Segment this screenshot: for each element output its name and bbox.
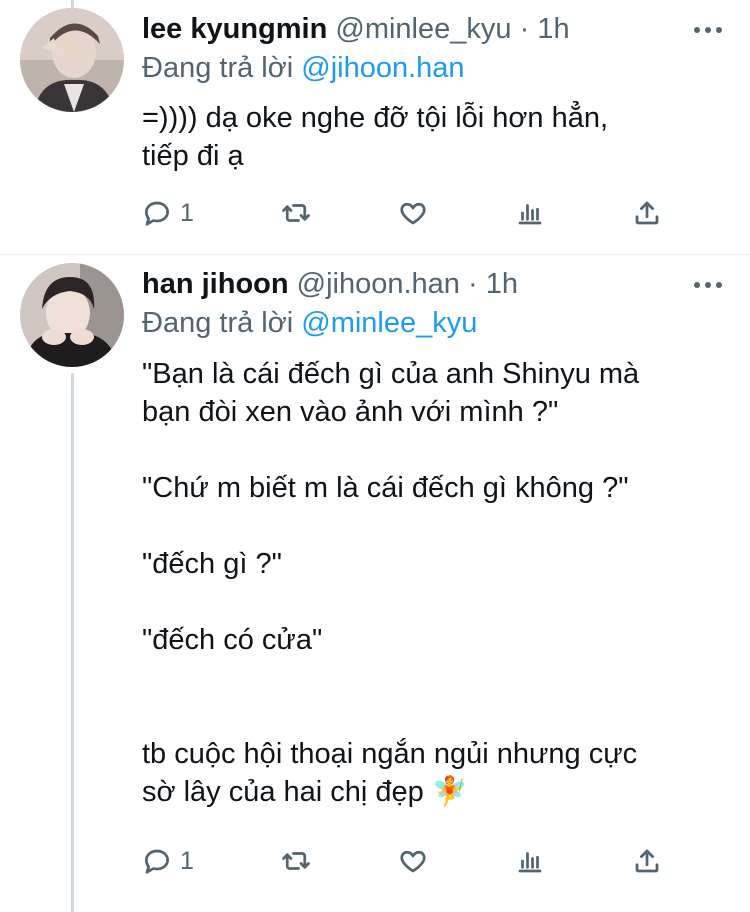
- reply-count: 1: [180, 846, 194, 875]
- replying-prefix: Đang trả lời: [142, 52, 294, 84]
- tweet-text-line-4: "đếch có cửa": [142, 624, 323, 656]
- tweet-text-line-3: "đếch gì ?": [142, 548, 282, 580]
- analytics-icon: [518, 852, 542, 873]
- separator-dot: ·: [519, 13, 530, 45]
- tweet-actions: 1: [142, 198, 662, 228]
- tweet-text-line-1: "Bạn là cái đếch gì của anh Shinyu mà bạ…: [142, 358, 640, 428]
- replying-to: Đang trả lời @jihoon.han: [142, 51, 465, 85]
- username-handle[interactable]: @minlee_kyu: [335, 13, 511, 45]
- analytics-button[interactable]: [515, 846, 545, 876]
- retweet-button[interactable]: [281, 846, 311, 876]
- analytics-button[interactable]: [515, 198, 545, 228]
- thread-line-top: [71, 0, 74, 8]
- tweet-2[interactable]: han jihoon @jihoon.han · 1h Đang trả lời…: [0, 255, 750, 912]
- tweet-text-body: =)))) dạ oke nghe đỡ tội lỗi hơn hẳn, ti…: [142, 102, 609, 172]
- more-dots-icon[interactable]: [694, 282, 722, 288]
- more-dots-icon[interactable]: [694, 27, 722, 33]
- like-button[interactable]: [398, 198, 428, 228]
- thread-line-bottom: [71, 373, 74, 912]
- avatar-lee-kyungmin[interactable]: [20, 8, 124, 112]
- timestamp[interactable]: 1h: [486, 268, 518, 300]
- heart-icon: [400, 202, 426, 225]
- replying-prefix: Đang trả lời: [142, 307, 294, 339]
- tweet-text: =)))) dạ oke nghe đỡ tội lỗi hơn hẳn, ti…: [142, 99, 722, 175]
- tweet-1-header: lee kyungmin @minlee_kyu · 1h: [142, 12, 570, 46]
- tweet-text-line-5: tb cuộc hội thoại ngắn ngủi nhưng cực sờ…: [142, 738, 638, 808]
- username-handle[interactable]: @jihoon.han: [297, 268, 460, 300]
- analytics-icon: [518, 204, 542, 225]
- heart-icon: [400, 850, 426, 873]
- reply-count: 1: [180, 198, 194, 227]
- reply-button[interactable]: 1: [142, 198, 194, 228]
- retweet-icon: [282, 204, 310, 222]
- timestamp[interactable]: 1h: [537, 13, 569, 45]
- tweet-text-line-2: "Chứ m biết m là cái đếch gì không ?": [142, 472, 629, 504]
- comment-icon: [145, 201, 169, 226]
- tweet-1[interactable]: lee kyungmin @minlee_kyu · 1h Đang trả l…: [0, 0, 750, 255]
- share-icon: [635, 849, 659, 873]
- tweet-2-header: han jihoon @jihoon.han · 1h: [142, 267, 518, 301]
- tweet-text: "Bạn là cái đếch gì của anh Shinyu mà bạ…: [142, 355, 722, 811]
- share-button[interactable]: [632, 846, 662, 876]
- separator-dot: ·: [468, 268, 478, 300]
- mention-link[interactable]: @jihoon.han: [301, 52, 464, 84]
- mention-link[interactable]: @minlee_kyu: [301, 307, 477, 339]
- share-button[interactable]: [632, 198, 662, 228]
- reply-button[interactable]: 1: [142, 846, 194, 876]
- retweet-button[interactable]: [281, 198, 311, 228]
- replying-to: Đang trả lời @minlee_kyu: [142, 306, 477, 340]
- like-button[interactable]: [398, 846, 428, 876]
- comment-icon: [145, 849, 169, 874]
- retweet-icon: [282, 852, 310, 870]
- share-icon: [635, 201, 659, 225]
- avatar-han-jihoon[interactable]: [20, 263, 124, 367]
- display-name[interactable]: han jihoon: [142, 268, 289, 300]
- display-name[interactable]: lee kyungmin: [142, 13, 327, 45]
- tweet-actions: 1: [142, 846, 662, 876]
